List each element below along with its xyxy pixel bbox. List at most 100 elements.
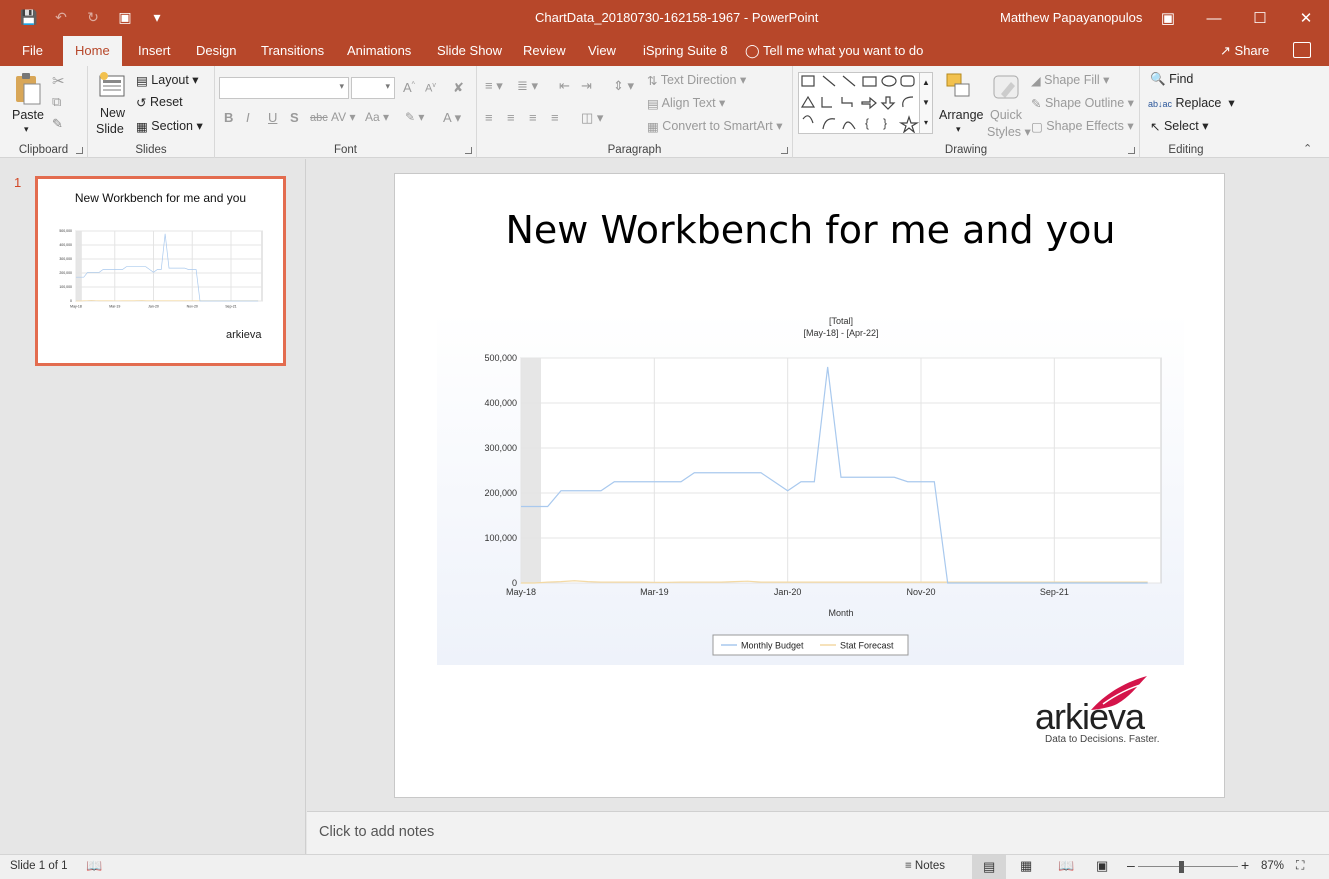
columns-icon[interactable]: ◫ ▾ (581, 110, 603, 126)
spell-check-icon[interactable]: 📖 (86, 858, 102, 874)
tab-home[interactable]: Home (63, 36, 122, 66)
maximize-button[interactable]: ☐ (1237, 0, 1283, 36)
tab-animations[interactable]: Animations (335, 36, 423, 66)
tab-ispring[interactable]: iSpring Suite 8 (631, 36, 740, 66)
paste-button[interactable]: Paste (12, 108, 44, 122)
close-button[interactable]: ✕ (1283, 0, 1329, 36)
quick-styles-icon[interactable] (991, 72, 1021, 102)
new-slide-button-line2[interactable]: Slide (96, 122, 124, 136)
minimize-button[interactable]: — (1191, 0, 1237, 36)
new-slide-icon[interactable] (97, 70, 127, 100)
collapse-ribbon-icon[interactable]: ⌃ (1303, 142, 1312, 155)
font-color-icon[interactable]: A ▾ (443, 110, 461, 126)
slide-canvas[interactable]: New Workbench for me and you 0 100,000 200… (394, 173, 1225, 798)
user-name[interactable]: Matthew Papayanopulos (1000, 10, 1142, 25)
shapes-gallery-scroll[interactable]: ▲ ▼ ▾ (919, 72, 933, 134)
line-spacing-icon[interactable]: ⇕ ▾ (613, 78, 634, 94)
character-spacing-icon[interactable]: AV ▾ (331, 110, 355, 124)
share-button[interactable]: ↗ Share (1220, 36, 1269, 66)
shape-effects-button[interactable]: ▢ Shape Effects ▾ (1031, 118, 1134, 134)
align-left-icon[interactable]: ≡ (485, 110, 493, 125)
font-launcher-icon[interactable] (465, 147, 472, 154)
slide-sorter-icon[interactable]: ▦ (1020, 858, 1032, 874)
copy-icon[interactable]: ⧉ (52, 94, 61, 110)
increase-indent-icon[interactable]: ⇥ (581, 78, 592, 94)
tab-slide-show[interactable]: Slide Show (425, 36, 514, 66)
slide-thumbnail[interactable]: New Workbench for me and you 0 100,000 200… (35, 176, 286, 366)
replace-button[interactable]: ab↓ac Replace ▾ (1148, 95, 1235, 110)
zoom-level[interactable]: 87% (1261, 860, 1284, 872)
arrange-icon[interactable] (945, 72, 973, 102)
paragraph-launcher-icon[interactable] (781, 147, 788, 154)
zoom-in-button[interactable]: + (1241, 857, 1249, 873)
reading-view-icon[interactable]: 📖 (1058, 858, 1074, 874)
shape-fill-button[interactable]: ◢ Shape Fill ▾ (1031, 72, 1109, 88)
find-button[interactable]: 🔍 Find (1150, 72, 1193, 87)
tab-view[interactable]: View (576, 36, 628, 66)
align-center-icon[interactable]: ≡ (507, 110, 515, 125)
tab-design[interactable]: Design (184, 36, 248, 66)
decrease-indent-icon[interactable]: ⇤ (559, 78, 570, 94)
clipboard-launcher-icon[interactable] (76, 147, 83, 154)
tab-insert[interactable]: Insert (126, 36, 183, 66)
tell-me-box[interactable]: ◯ Tell me what you want to do (745, 36, 923, 66)
undo-icon[interactable]: ↶ (52, 8, 70, 26)
justify-icon[interactable]: ≡ (551, 110, 559, 125)
arrange-button[interactable]: Arrange (939, 108, 983, 122)
normal-view-button[interactable]: ▤ (972, 855, 1006, 879)
shape-outline-button[interactable]: ✎ Shape Outline ▾ (1031, 95, 1134, 111)
font-size-input[interactable]: ▾ (351, 77, 395, 99)
chart-container[interactable]: 0 100,000 200,000 300,000 400,000 500,000 May-… (437, 312, 1184, 665)
tab-transitions[interactable]: Transitions (249, 36, 336, 66)
drawing-launcher-icon[interactable] (1128, 147, 1135, 154)
shadow-icon[interactable]: S (290, 110, 299, 125)
tab-file[interactable]: File (10, 36, 55, 66)
customize-qat-icon[interactable]: ▾ (148, 8, 166, 26)
clear-formatting-icon[interactable]: ✘ (453, 80, 464, 96)
arkieva-logo[interactable]: arkieva Data to Decisions. Faster. (1035, 674, 1185, 749)
redo-icon[interactable]: ↻ (84, 8, 102, 26)
align-text-button[interactable]: ▤ Align Text ▾ (647, 95, 725, 111)
arrange-dropdown-icon[interactable]: ▾ (956, 124, 961, 135)
notes-toggle-button[interactable]: ≡ Notes (905, 860, 945, 872)
tab-review[interactable]: Review (511, 36, 578, 66)
format-painter-icon[interactable]: ✎ (52, 116, 63, 132)
align-right-icon[interactable]: ≡ (529, 110, 537, 125)
shapes-gallery[interactable]: {} (798, 72, 920, 134)
paste-dropdown-icon[interactable]: ▾ (24, 124, 29, 135)
new-slide-button[interactable]: New (100, 106, 125, 120)
font-size-dropdown-icon[interactable]: ▾ (385, 81, 390, 92)
slide-show-icon[interactable]: ▣ (1096, 858, 1108, 874)
underline-icon[interactable]: U (268, 110, 277, 125)
decrease-font-size-icon[interactable]: Av (425, 82, 436, 95)
increase-font-size-icon[interactable]: A^ (403, 80, 415, 95)
highlight-color-icon[interactable]: ✎ ▾ (405, 110, 424, 124)
zoom-slider-thumb[interactable] (1179, 861, 1184, 873)
present-from-start-icon[interactable]: ▣ (116, 8, 134, 26)
change-case-icon[interactable]: Aa ▾ (365, 110, 389, 124)
reset-button[interactable]: ↺ Reset (136, 95, 183, 110)
slide-title[interactable]: New Workbench for me and you (395, 208, 1226, 252)
quick-styles-button[interactable]: Quick (990, 108, 1022, 122)
ribbon-display-options-icon[interactable]: ▣ (1145, 0, 1191, 36)
quick-styles-button-line2[interactable]: Styles ▾ (987, 124, 1031, 139)
cut-icon[interactable]: ✂ (52, 72, 65, 90)
numbering-icon[interactable]: ≣ ▾ (517, 78, 538, 94)
paste-icon[interactable] (12, 72, 42, 106)
bold-icon[interactable]: B (224, 110, 233, 125)
layout-button[interactable]: ▤ Layout ▾ (136, 72, 199, 88)
zoom-slider-track[interactable] (1138, 866, 1238, 867)
strikethrough-icon[interactable]: abc (310, 112, 328, 124)
zoom-out-button[interactable]: – (1127, 857, 1135, 873)
bullets-icon[interactable]: ≡ ▾ (485, 78, 503, 94)
section-button[interactable]: ▦ Section ▾ (136, 118, 203, 134)
convert-smartart-button[interactable]: ▦ Convert to SmartArt ▾ (647, 118, 783, 134)
font-family-dropdown-icon[interactable]: ▾ (339, 81, 344, 92)
save-icon[interactable]: 💾 (20, 8, 38, 26)
text-direction-button[interactable]: ⇅ Text Direction ▾ (647, 72, 746, 88)
comments-icon[interactable] (1293, 42, 1311, 58)
notes-pane[interactable]: Click to add notes (307, 811, 1329, 854)
select-button[interactable]: ↖ Select ▾ (1150, 118, 1208, 134)
fit-slide-icon[interactable]: ⛶ (1296, 858, 1304, 873)
font-family-input[interactable]: ▾ (219, 77, 349, 99)
